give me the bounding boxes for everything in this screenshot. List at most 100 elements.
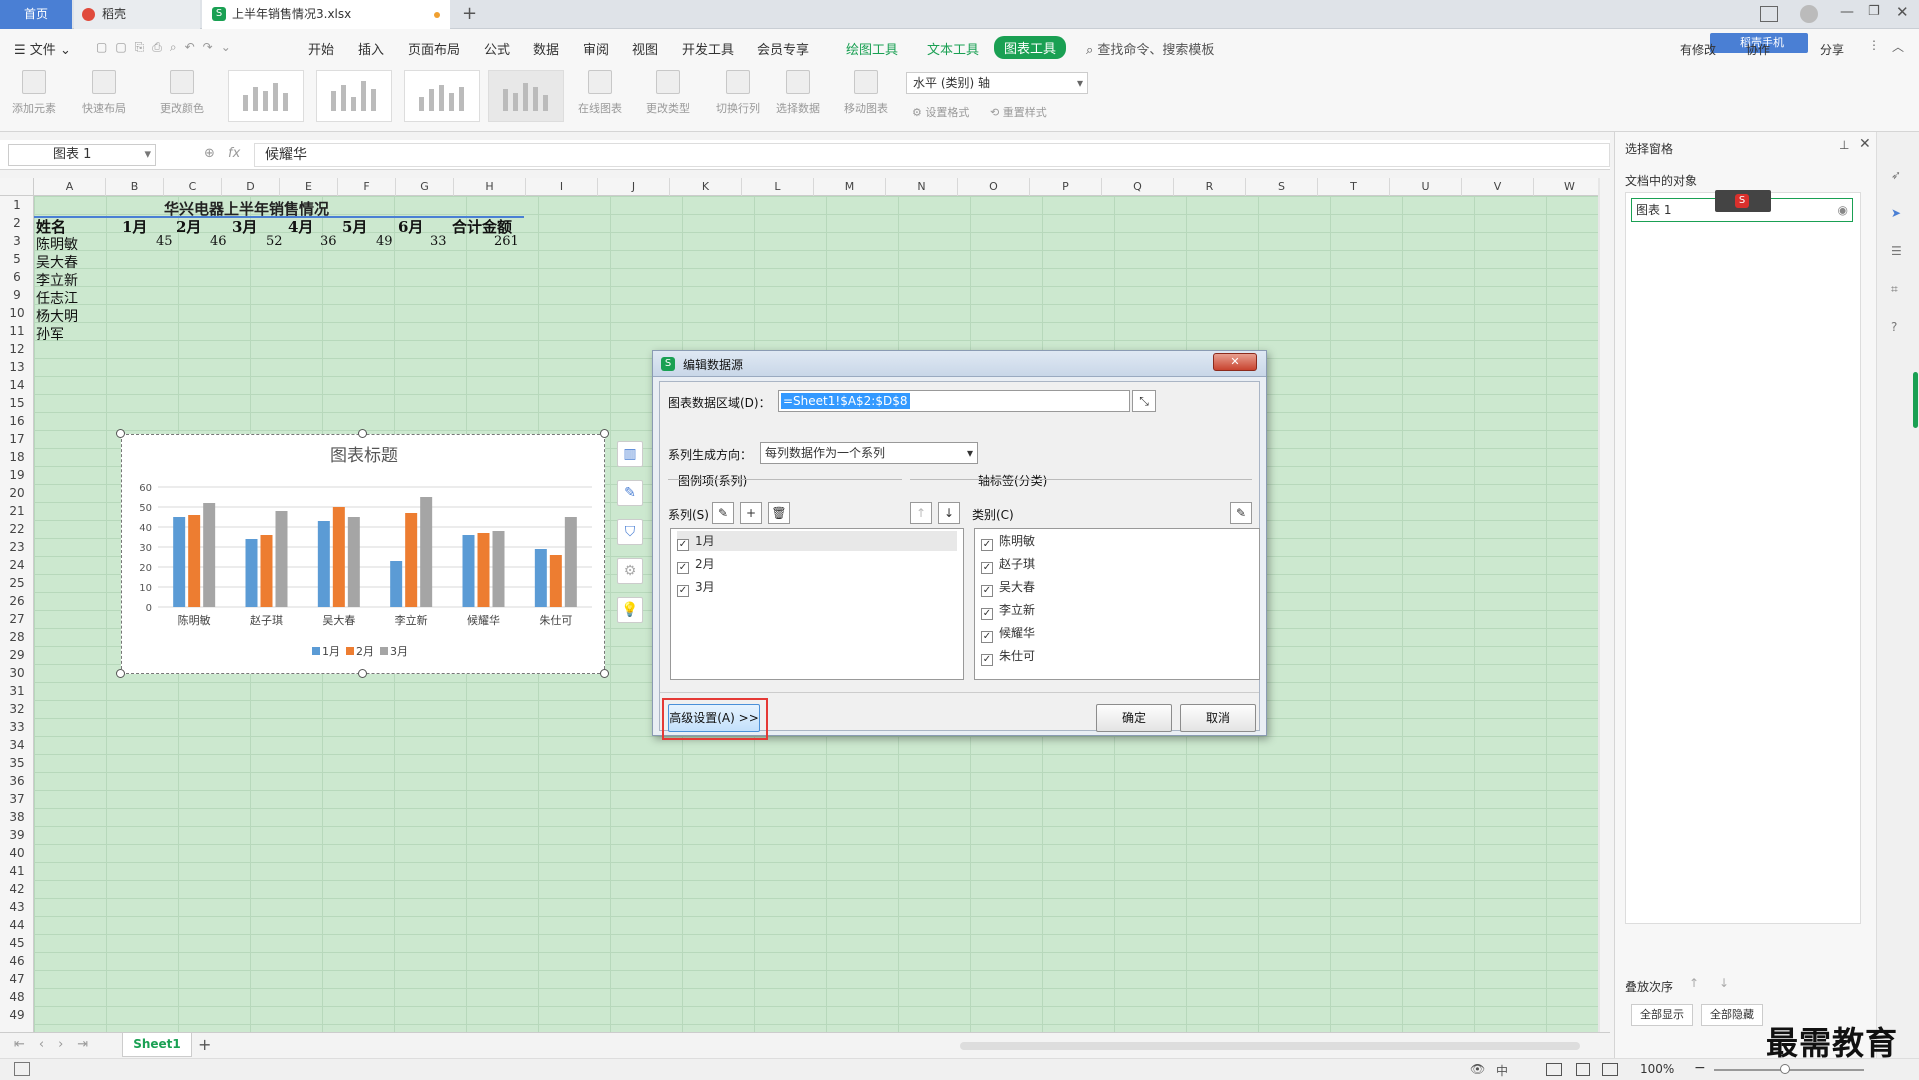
value-cell[interactable]: 46: [210, 234, 227, 249]
horizontal-scrollbar[interactable]: [960, 1042, 1580, 1050]
column-header-D[interactable]: D: [222, 178, 280, 196]
row-header-41[interactable]: 41: [0, 862, 34, 880]
row-header-21[interactable]: 21: [0, 502, 34, 520]
formula-input[interactable]: 候耀华: [254, 143, 1610, 167]
row-header-46[interactable]: 46: [0, 952, 34, 970]
row-header-25[interactable]: 25: [0, 574, 34, 592]
row-header-24[interactable]: 24: [0, 556, 34, 574]
header-cell[interactable]: 5月: [342, 216, 367, 237]
row-header-40[interactable]: 40: [0, 844, 34, 862]
show-all-button[interactable]: 全部显示: [1631, 1004, 1693, 1026]
add-sheet-button[interactable]: +: [198, 1035, 211, 1054]
value-cell[interactable]: 261: [494, 234, 519, 249]
zoom-level[interactable]: 100%: [1640, 1062, 1674, 1076]
row-header-22[interactable]: 22: [0, 520, 34, 538]
menu-drawing-tools[interactable]: 绘图工具: [846, 39, 898, 58]
set-format-button[interactable]: ⚙ 设置格式: [912, 104, 969, 120]
more-icon[interactable]: ⋮: [1868, 38, 1880, 52]
row-header-2[interactable]: 2: [0, 214, 34, 232]
collapse-range-button[interactable]: ⤡: [1132, 390, 1156, 412]
menu-collab[interactable]: 协作: [1746, 41, 1770, 58]
online-chart-button[interactable]: 在线图表: [578, 70, 622, 116]
reset-style-button[interactable]: ⟲ 重置样式: [990, 104, 1047, 120]
row-header-38[interactable]: 38: [0, 808, 34, 826]
row-header-12[interactable]: 12: [0, 340, 34, 358]
row-header-18[interactable]: 18: [0, 448, 34, 466]
new-tab-button[interactable]: +: [462, 3, 477, 24]
checkbox-checked-icon[interactable]: ✓: [677, 585, 689, 597]
name-box[interactable]: 图表 1 ▾: [8, 144, 156, 166]
column-header-V[interactable]: V: [1462, 178, 1534, 196]
header-cell[interactable]: 4月: [288, 216, 313, 237]
row-header-37[interactable]: 37: [0, 790, 34, 808]
collapse-ribbon-icon[interactable]: ︿: [1892, 38, 1904, 55]
menu-review[interactable]: 审阅: [583, 39, 609, 58]
move-chart-button[interactable]: 移动图表: [844, 70, 888, 116]
chart-tips-icon[interactable]: 💡: [617, 597, 643, 623]
row-header-26[interactable]: 26: [0, 592, 34, 610]
checkbox-checked-icon[interactable]: ✓: [981, 539, 993, 551]
name-cell[interactable]: 吴大春: [36, 252, 78, 272]
close-pane-icon[interactable]: ✕: [1859, 136, 1871, 152]
send-backward-icon[interactable]: ↓: [1719, 976, 1729, 990]
file-menu[interactable]: ☰ 文件 ⌄: [14, 39, 71, 58]
column-header-N[interactable]: N: [886, 178, 958, 196]
page-break-view-icon[interactable]: [1602, 1063, 1618, 1076]
row-header-11[interactable]: 11: [0, 322, 34, 340]
macro-icon[interactable]: [14, 1062, 30, 1076]
add-element-button[interactable]: 添加元素: [12, 70, 56, 116]
window-layout-icon[interactable]: [1760, 6, 1778, 22]
column-header-O[interactable]: O: [958, 178, 1030, 196]
menu-share[interactable]: 分享: [1820, 41, 1844, 58]
pane-scroll-indicator[interactable]: [1913, 372, 1918, 428]
header-cell[interactable]: 1月: [122, 216, 147, 237]
sheet-tab-sheet1[interactable]: Sheet1: [122, 1033, 192, 1057]
pin-icon[interactable]: ⊥: [1839, 138, 1849, 152]
cancel-button[interactable]: 取消: [1180, 704, 1256, 732]
checkbox-checked-icon[interactable]: ✓: [981, 608, 993, 620]
value-cell[interactable]: 45: [156, 234, 173, 249]
menu-modified[interactable]: 有修改: [1680, 41, 1716, 58]
column-header-T[interactable]: T: [1318, 178, 1390, 196]
header-cell[interactable]: 2月: [176, 216, 201, 237]
chart-style-2[interactable]: [316, 70, 392, 122]
row-header-35[interactable]: 35: [0, 754, 34, 772]
series-item[interactable]: ✓ 2月: [677, 554, 957, 574]
checkbox-checked-icon[interactable]: ✓: [981, 585, 993, 597]
select-all-corner[interactable]: [0, 178, 34, 196]
name-cell[interactable]: 陈明敏: [36, 234, 78, 254]
row-header-43[interactable]: 43: [0, 898, 34, 916]
row-header-33[interactable]: 33: [0, 718, 34, 736]
row-header-29[interactable]: 29: [0, 646, 34, 664]
column-header-L[interactable]: L: [742, 178, 814, 196]
switch-rowcol-button[interactable]: 切换行列: [716, 70, 760, 116]
resize-handle-br[interactable]: [600, 669, 609, 678]
checkbox-checked-icon[interactable]: ✓: [677, 562, 689, 574]
row-header-15[interactable]: 15: [0, 394, 34, 412]
column-header-J[interactable]: J: [598, 178, 670, 196]
name-cell[interactable]: 杨大明: [36, 306, 78, 326]
menu-insert[interactable]: 插入: [358, 39, 384, 58]
quick-access-icons[interactable]: ▢▢⎘⎙⌕↶↷⌄: [96, 40, 239, 55]
column-header-M[interactable]: M: [814, 178, 886, 196]
eye-protect-icon[interactable]: 👁: [1470, 1062, 1485, 1076]
row-header-31[interactable]: 31: [0, 682, 34, 700]
axis-select-dropdown[interactable]: 水平 (类别) 轴 ▾: [906, 72, 1088, 94]
header-cell[interactable]: 3月: [232, 216, 257, 237]
row-header-6[interactable]: 6: [0, 268, 34, 286]
direction-select[interactable]: 每列数据作为一个系列 ▾: [760, 442, 978, 464]
resize-handle-tr[interactable]: [600, 429, 609, 438]
menu-data[interactable]: 数据: [533, 39, 559, 58]
column-header-F[interactable]: F: [338, 178, 396, 196]
chart-style-4[interactable]: [488, 70, 564, 122]
move-down-button[interactable]: ↓: [938, 502, 960, 524]
column-header-G[interactable]: G: [396, 178, 454, 196]
resize-handle-tl[interactable]: [116, 429, 125, 438]
minimize-icon[interactable]: —: [1840, 4, 1854, 20]
select-data-button[interactable]: 选择数据: [776, 70, 820, 116]
move-up-button[interactable]: ↑: [910, 502, 932, 524]
row-header-20[interactable]: 20: [0, 484, 34, 502]
avatar[interactable]: [1800, 5, 1818, 23]
series-item[interactable]: ✓ 3月: [677, 577, 957, 597]
resize-handle-top[interactable]: [358, 429, 367, 438]
